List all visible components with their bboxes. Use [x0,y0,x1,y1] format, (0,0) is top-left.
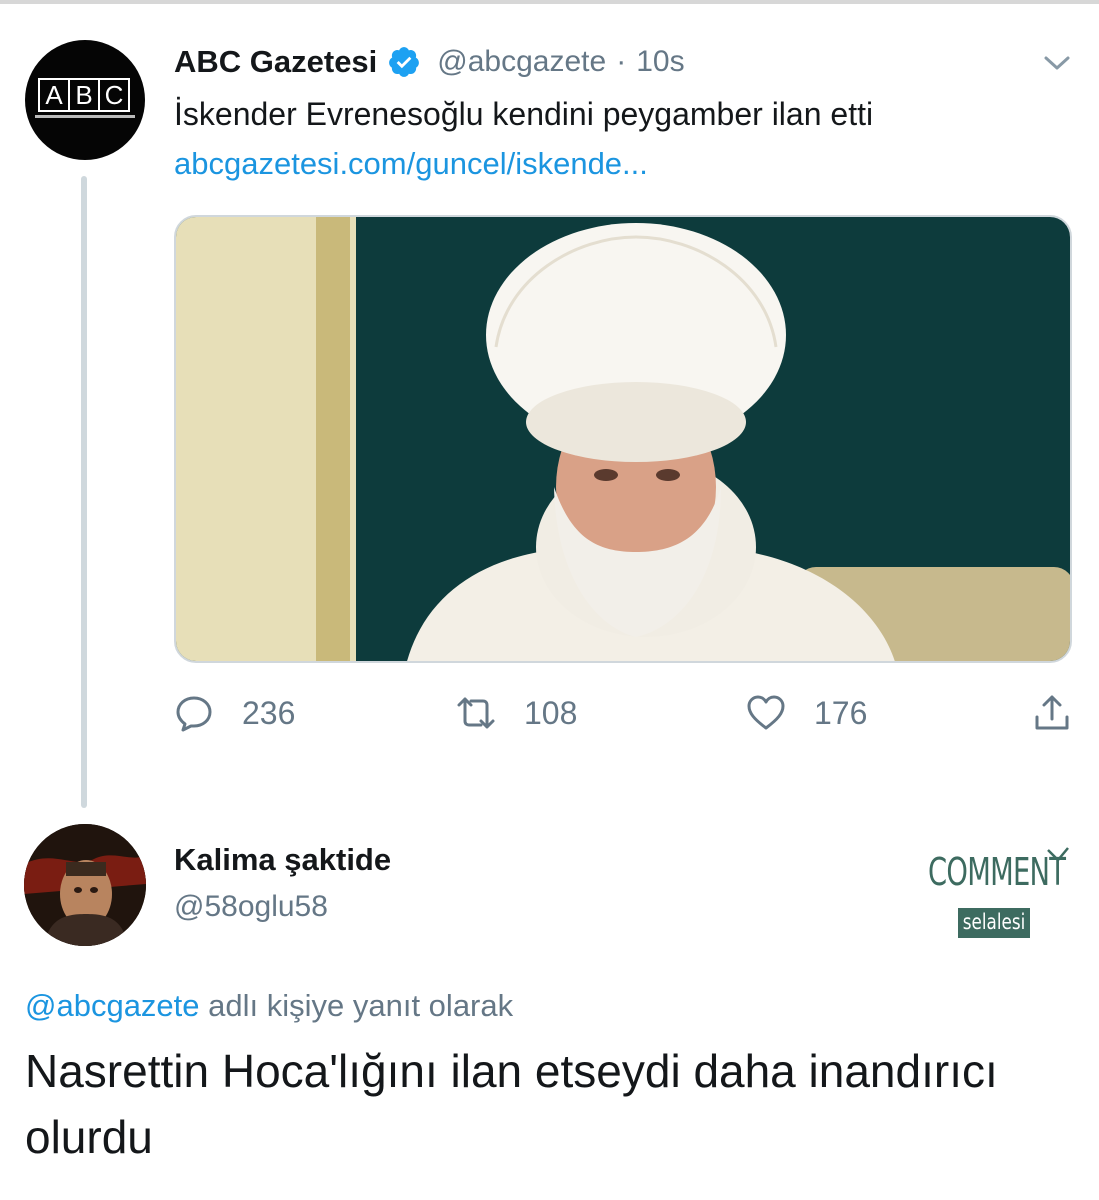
reply-count: 236 [242,694,296,731]
retweet-count: 108 [524,694,578,731]
avatar-photo [24,824,146,946]
verified-badge-icon [389,47,420,77]
reply-handle[interactable]: @58oglu58 [174,890,328,924]
abc-gazetesi-avatar[interactable]: A B C [25,40,145,160]
tweet-text: İskender Evrenesoğlu kendini peygamber i… [174,96,874,132]
retweet-icon [457,697,495,729]
tweet-link[interactable]: abcgazetesi.com/guncel/iskende... [174,146,648,182]
logo-letter-a: A [38,78,70,112]
watermark-check-icon [1047,847,1069,862]
reply-text: Nasrettin Hoca'lığını ilan etseydi daha … [25,1045,998,1163]
kalima-saktide-avatar[interactable] [24,824,146,946]
share-icon [1035,695,1069,730]
tweet-media-image[interactable] [174,215,1072,663]
reply-display-name[interactable]: Kalima şaktide [174,842,391,878]
replying-to-label: adlı kişiye yanıt olarak [199,988,514,1023]
thread-connector-line [81,176,87,808]
tweet-timestamp[interactable]: 10s [636,45,684,79]
tweet-display-name[interactable]: ABC Gazetesi [174,44,377,80]
retweet-action[interactable]: 108 [456,693,577,733]
chevron-down-icon[interactable] [1040,48,1074,78]
watermark-sub-text: selalesi [958,908,1031,938]
top-divider [0,0,1099,4]
like-icon [747,695,785,730]
portrait-photo [176,217,1070,661]
replying-to-mention[interactable]: @abcgazete [25,988,200,1023]
logo-letter-c: C [98,78,130,112]
reply-icon [176,696,212,732]
logo-letter-b: B [68,78,100,112]
reply-action[interactable]: 236 [174,693,295,733]
tweet-header: ABC Gazetesi @abcgazete · 10s [174,42,685,82]
like-count: 176 [814,694,868,731]
abc-logo: A B C [25,78,145,112]
comment-selalesi-watermark: COMMENT selalesi [928,847,1069,948]
separator-dot: · [616,45,627,78]
watermark-main-text: COMMENT [928,850,1066,894]
like-action[interactable]: 176 [746,693,867,733]
tweet-actions-bar: 236 108 176 [174,693,1074,741]
share-action[interactable] [1032,693,1072,733]
tweet-handle[interactable]: @abcgazete [437,45,606,79]
logo-tagline-strip [35,115,135,118]
replying-to-context: @abcgazete adlı kişiye yanıt olarak [25,988,513,1024]
